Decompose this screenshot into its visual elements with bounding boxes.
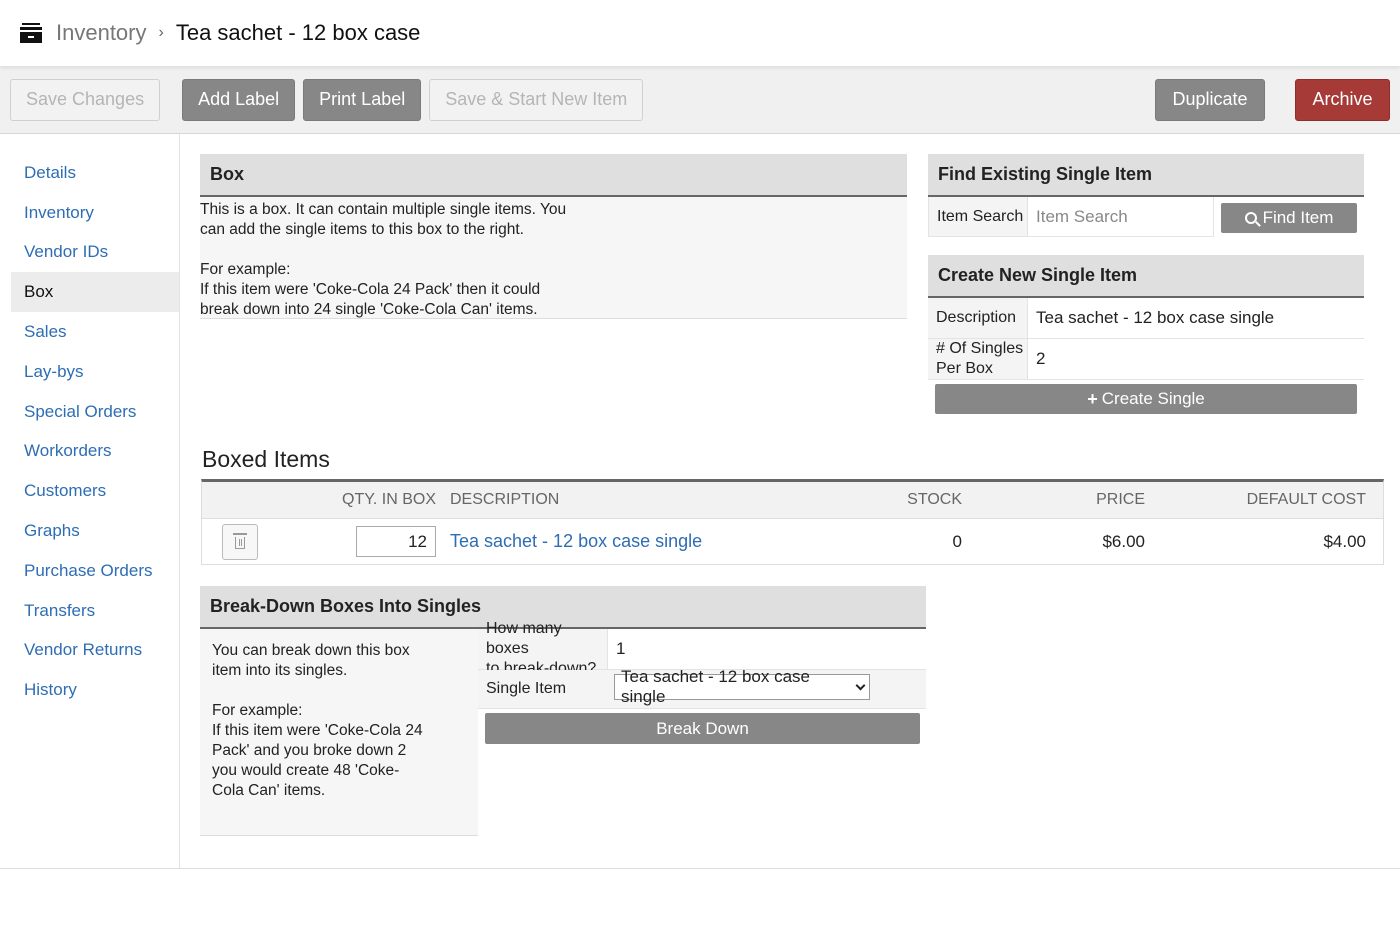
column-header-default-cost[interactable]: DEFAULT COST: [1145, 491, 1366, 509]
search-icon: [1244, 212, 1257, 224]
toolbar: Save Changes Add Label Print Label Save …: [0, 66, 1400, 134]
box-description-line: If this item were 'Coke-Cola 24 Pack' th…: [200, 281, 541, 298]
create-single-item-panel: Create New Single Item Description # Of …: [928, 255, 1364, 414]
boxes-to-breakdown-input[interactable]: [608, 629, 926, 669]
archive-button[interactable]: Archive: [1295, 78, 1390, 121]
sidebar-item-graphs[interactable]: Graphs: [11, 511, 179, 551]
help-line: For example:: [212, 702, 303, 719]
item-description-link[interactable]: Tea sachet - 12 box case single: [450, 531, 702, 551]
help-line: you would create 48 'Coke-: [212, 762, 400, 779]
item-search-input[interactable]: [1028, 197, 1214, 237]
single-item-selected-value: Tea sachet - 12 box case single: [621, 667, 811, 706]
sidebar-item-vendor-returns[interactable]: Vendor Returns: [11, 631, 179, 671]
main-content: Box This is a box. It can contain multip…: [180, 134, 1400, 868]
find-item-label: Find Item: [1262, 208, 1334, 227]
sidebar-item-special-orders[interactable]: Special Orders: [11, 392, 179, 432]
table-header: QTY. IN BOX DESCRIPTION STOCK PRICE DEFA…: [202, 482, 1383, 519]
qty-in-box-input[interactable]: [356, 526, 436, 557]
breadcrumb-header: Inventory › Tea sachet - 12 box case: [0, 0, 1400, 66]
price-value: $6.00: [1102, 531, 1145, 551]
table-row: Tea sachet - 12 box case single 0 $6.00 …: [202, 519, 1383, 564]
single-item-select[interactable]: Tea sachet - 12 box case single: [614, 667, 870, 706]
save-start-new-item-button[interactable]: Save & Start New Item: [429, 78, 644, 121]
sidebar-item-inventory[interactable]: Inventory: [11, 193, 179, 233]
singles-label-line: # Of Singles: [936, 340, 1024, 357]
sidebar-item-lay-bys[interactable]: Lay-bys: [11, 352, 179, 392]
box-description-line: This is a box. It can contain multiple s…: [200, 201, 567, 218]
help-line: item into its singles.: [212, 662, 348, 679]
default-cost-value: $4.00: [1323, 531, 1366, 551]
box-panel-title: Box: [200, 154, 907, 197]
sidebar-item-box[interactable]: Box: [11, 272, 179, 313]
box-description-line: break down into 24 single 'Coke-Cola Can…: [200, 301, 538, 318]
help-line: Cola Can' items.: [212, 782, 326, 799]
help-line: You can break down this box: [212, 642, 410, 659]
stock-value: 0: [952, 531, 962, 551]
column-header-price[interactable]: PRICE: [962, 491, 1145, 509]
print-label-button[interactable]: Print Label: [303, 78, 422, 121]
create-single-label: Create Single: [1101, 389, 1205, 408]
archive-icon: [20, 23, 42, 43]
break-down-button[interactable]: Break Down: [485, 713, 920, 744]
singles-label-line: Per Box: [936, 360, 993, 377]
save-changes-button[interactable]: Save Changes: [10, 78, 161, 121]
sidebar-item-sales[interactable]: Sales: [11, 312, 179, 352]
column-header-stock[interactable]: STOCK: [836, 491, 962, 509]
item-search-label: Item Search: [928, 197, 1028, 237]
column-header-qty[interactable]: QTY. IN BOX: [282, 491, 436, 509]
boxes-to-breakdown-label: How many boxes to break-down?: [478, 620, 608, 677]
sidebar-item-details[interactable]: Details: [11, 153, 179, 193]
box-info-panel: Box This is a box. It can contain multip…: [200, 154, 907, 319]
singles-per-box-label: # Of Singles Per Box: [928, 339, 1028, 379]
sidebar-item-purchase-orders[interactable]: Purchase Orders: [11, 551, 179, 591]
duplicate-button[interactable]: Duplicate: [1155, 78, 1265, 121]
create-single-button[interactable]: + Create Single: [935, 384, 1357, 414]
breadcrumb-inventory-link[interactable]: Inventory: [56, 20, 147, 46]
column-header-description[interactable]: DESCRIPTION: [436, 491, 836, 509]
box-panel-description: This is a box. It can contain multiple s…: [200, 197, 907, 319]
singles-per-box-input[interactable]: [1028, 339, 1364, 379]
plus-icon: +: [1087, 388, 1098, 409]
description-input[interactable]: [1028, 298, 1364, 338]
find-item-button[interactable]: Find Item: [1221, 203, 1357, 233]
boxed-items-table: QTY. IN BOX DESCRIPTION STOCK PRICE DEFA…: [201, 479, 1384, 565]
chevron-down-icon: [855, 680, 866, 690]
delete-row-button[interactable]: [222, 523, 258, 560]
help-line: Pack' and you broke down 2: [212, 742, 407, 759]
sidebar-item-vendor-ids[interactable]: Vendor IDs: [11, 233, 179, 273]
sidebar-item-workorders[interactable]: Workorders: [11, 432, 179, 472]
sidebar-nav: Details Inventory Vendor IDs Box Sales L…: [0, 134, 180, 868]
trash-icon: [233, 533, 247, 549]
box-description-line: can add the single items to this box to …: [200, 221, 524, 238]
breakdown-form: How many boxes to break-down? Single Ite…: [478, 620, 926, 836]
sidebar-item-transfers[interactable]: Transfers: [11, 591, 179, 631]
sidebar-item-customers[interactable]: Customers: [11, 471, 179, 511]
single-item-label: Single Item: [478, 670, 608, 708]
create-panel-title: Create New Single Item: [928, 255, 1364, 298]
description-label: Description: [928, 298, 1028, 338]
page-title: Tea sachet - 12 box case: [175, 20, 421, 45]
boxed-items-title: Boxed Items: [202, 446, 330, 472]
find-panel-title: Find Existing Single Item: [928, 154, 1364, 197]
boxes-label-line: How many boxes: [486, 620, 562, 657]
sidebar-item-history[interactable]: History: [11, 670, 179, 710]
add-label-button[interactable]: Add Label: [182, 78, 296, 121]
breadcrumb-separator-icon: ›: [158, 24, 164, 41]
breakdown-help-text: You can break down this box item into it…: [200, 629, 478, 836]
find-single-item-panel: Find Existing Single Item Item Search Fi…: [928, 154, 1364, 237]
breakdown-panel: Break-Down Boxes Into Singles You can br…: [200, 586, 926, 836]
help-line: If this item were 'Coke-Cola 24: [212, 722, 423, 739]
box-description-line: For example:: [200, 261, 291, 278]
